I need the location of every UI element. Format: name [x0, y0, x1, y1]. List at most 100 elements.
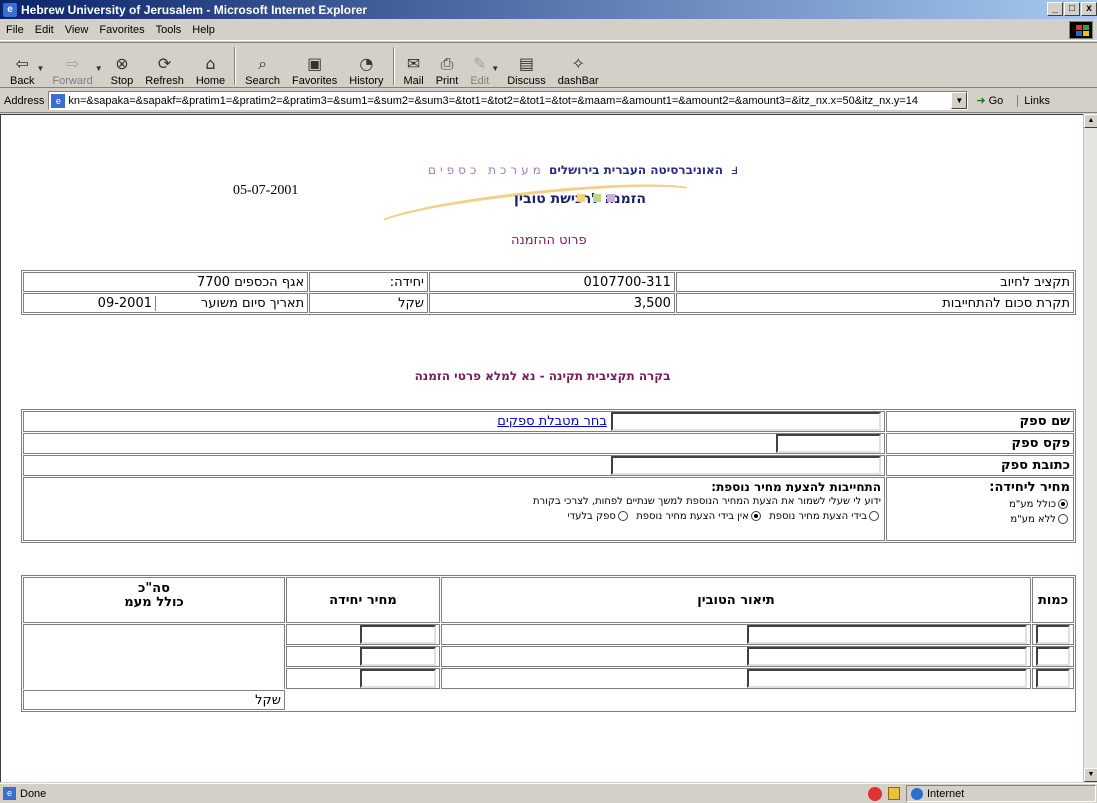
quantity-input[interactable] — [1036, 669, 1070, 688]
scroll-down-icon[interactable]: ▼ — [1084, 768, 1097, 782]
discuss-label: Discuss — [507, 75, 546, 87]
go-button[interactable]: ➜ Go — [976, 94, 1004, 108]
commitment-amount: 3,500 — [428, 293, 675, 313]
minimize-button[interactable]: _ — [1047, 2, 1063, 16]
vat-excl-row: ללא מע"מ — [890, 514, 1070, 525]
discuss-icon: ▤ — [518, 54, 535, 73]
edit-label: Edit — [470, 75, 490, 87]
status-bar: e Done Internet — [0, 783, 1097, 803]
status-panes: Internet — [868, 785, 1096, 802]
toolbar-separator — [392, 47, 395, 85]
print-icon: ⎙ — [440, 54, 454, 73]
title-bar: e Hebrew University of Jerusalem - Micro… — [0, 0, 1097, 19]
menu-edit[interactable]: Edit — [35, 24, 54, 36]
refresh-button[interactable]: ⟳ Refresh — [139, 45, 190, 88]
description-input[interactable] — [747, 669, 1027, 688]
commitment-options: בידי הצעת מחיר נוספת אין בידי הצעת מחיר … — [27, 511, 881, 522]
table-row — [286, 624, 440, 645]
status-page-icon: e — [3, 787, 16, 800]
go-label: Go — [988, 94, 1004, 107]
budget-table: 7700 אגף הכספים יחידה: 0107700-311 תקציב… — [21, 270, 1076, 315]
total-header-2: כולל מעמ — [124, 595, 184, 610]
zone-label: Internet — [927, 787, 965, 800]
menu-favorites[interactable]: Favorites — [99, 24, 144, 36]
internet-globe-icon — [911, 787, 923, 800]
address-input[interactable]: e kn=&sapaka=&sapakf=&pratim1=&pratim2=&… — [48, 91, 969, 110]
window-title: Hebrew University of Jerusalem - Microso… — [21, 2, 368, 17]
vat-incl-label: כולל מע"מ — [1008, 499, 1056, 510]
back-dropdown-icon[interactable]: ▼ — [36, 64, 44, 73]
vertical-scrollbar[interactable]: ▲ ▼ — [1083, 114, 1097, 782]
quantity-input[interactable] — [1036, 647, 1070, 666]
address-dropdown-icon[interactable]: ▼ — [951, 92, 968, 109]
university-logo: האוניברסיטה העברית בירושלים מערכת כספים … — [369, 161, 741, 247]
radio-vat-incl[interactable] — [1058, 499, 1068, 509]
home-icon: ⌂ — [205, 54, 216, 73]
supplier-name-input[interactable] — [611, 412, 881, 431]
links-button[interactable]: Links — [1017, 94, 1050, 107]
print-label: Print — [435, 75, 459, 87]
stop-button[interactable]: ⊗ Stop — [105, 45, 140, 88]
discuss-button[interactable]: ▤ Discuss — [501, 45, 552, 88]
forward-dropdown-icon[interactable]: ▼ — [95, 64, 103, 73]
choose-supplier-link[interactable]: בחר מטבלת ספקים — [497, 414, 607, 429]
menu-help[interactable]: Help — [192, 24, 215, 36]
description-input[interactable] — [747, 625, 1027, 644]
close-button[interactable]: x — [1081, 2, 1097, 16]
favorites-icon: ▣ — [307, 54, 323, 73]
refresh-icon: ⟳ — [157, 54, 172, 73]
supplier-name-cell: בחר מטבלת ספקים — [23, 411, 885, 432]
budget-row2-left: 09-2001 תאריך סיום משוער — [23, 293, 309, 313]
scroll-up-icon[interactable]: ▲ — [1084, 114, 1097, 128]
forward-button[interactable]: ⇨ Forward — [46, 45, 98, 88]
table-row — [441, 646, 1031, 667]
menu-tools[interactable]: Tools — [156, 24, 182, 36]
lock-icon — [888, 787, 900, 800]
commitment-title: התחייבות להצעת מחיר נוספת: — [711, 480, 881, 494]
page-subtitle: פרוט ההזמנה — [511, 233, 587, 248]
back-button[interactable]: ⇦ Back — [4, 45, 40, 88]
menu-view[interactable]: View — [65, 24, 89, 36]
print-button[interactable]: ⎙ Print — [430, 45, 465, 88]
quantity-input[interactable] — [1036, 625, 1070, 644]
unit-price-input[interactable] — [360, 669, 436, 688]
supplier-fax-input[interactable] — [776, 434, 881, 453]
vat-incl-row: כולל מע"מ — [890, 499, 1070, 510]
search-button[interactable]: ⌕ Search — [239, 45, 286, 88]
edit-dropdown-icon[interactable]: ▼ — [491, 64, 499, 73]
university-emblem-icon: ⅎ — [731, 161, 738, 177]
history-button[interactable]: ◔ History — [343, 45, 389, 88]
description-input[interactable] — [747, 647, 1027, 666]
supplier-table: בחר מטבלת ספקים שם ספק פקס ספק כתובת ספק… — [21, 409, 1076, 543]
page-content: 05-07-2001 האוניברסיטה העברית בירושלים מ… — [0, 114, 1083, 782]
maximize-button[interactable]: □ — [1064, 2, 1080, 16]
logo-line: האוניברסיטה העברית בירושלים מערכת כספים — [428, 163, 723, 177]
table-row — [1032, 624, 1074, 645]
mail-button[interactable]: ✉ Mail — [398, 45, 430, 88]
toolbar-separator — [234, 47, 237, 85]
unit-price-input[interactable] — [360, 647, 436, 666]
forward-arrow-icon: ⇨ — [65, 54, 80, 73]
order-date: 05-07-2001 — [233, 183, 299, 198]
forward-label: Forward — [52, 75, 93, 87]
supplier-address-input[interactable] — [611, 456, 881, 475]
history-icon: ◔ — [359, 54, 374, 73]
favorites-button[interactable]: ▣ Favorites — [286, 45, 343, 88]
total-header: סה"כ כולל מעמ — [23, 577, 285, 623]
radio-no-quote[interactable] — [750, 511, 761, 521]
dashbar-icon: ✧ — [571, 54, 585, 73]
page-icon: e — [51, 93, 66, 108]
unit-price-input[interactable] — [360, 625, 436, 644]
radio-exclusive[interactable] — [617, 511, 628, 521]
menu-file[interactable]: File — [6, 24, 24, 36]
dashbar-button[interactable]: ✧ dashBar — [552, 45, 605, 88]
back-arrow-icon: ⇦ — [15, 54, 29, 73]
home-button[interactable]: ⌂ Home — [190, 45, 231, 88]
supplier-address-label: כתובת ספק — [886, 455, 1074, 476]
address-value: kn=&sapaka=&sapakf=&pratim1=&pratim2=&pr… — [68, 94, 919, 107]
radio-vat-excl[interactable] — [1058, 514, 1068, 524]
budget-unit-label: יחידה: — [309, 272, 428, 292]
budget-check-message: בקרה תקציבית תקינה - נא למלא פרטי הזמנה — [414, 369, 671, 383]
supplier-fax-label: פקס ספק — [886, 433, 1074, 454]
radio-have-quote[interactable] — [869, 511, 879, 521]
